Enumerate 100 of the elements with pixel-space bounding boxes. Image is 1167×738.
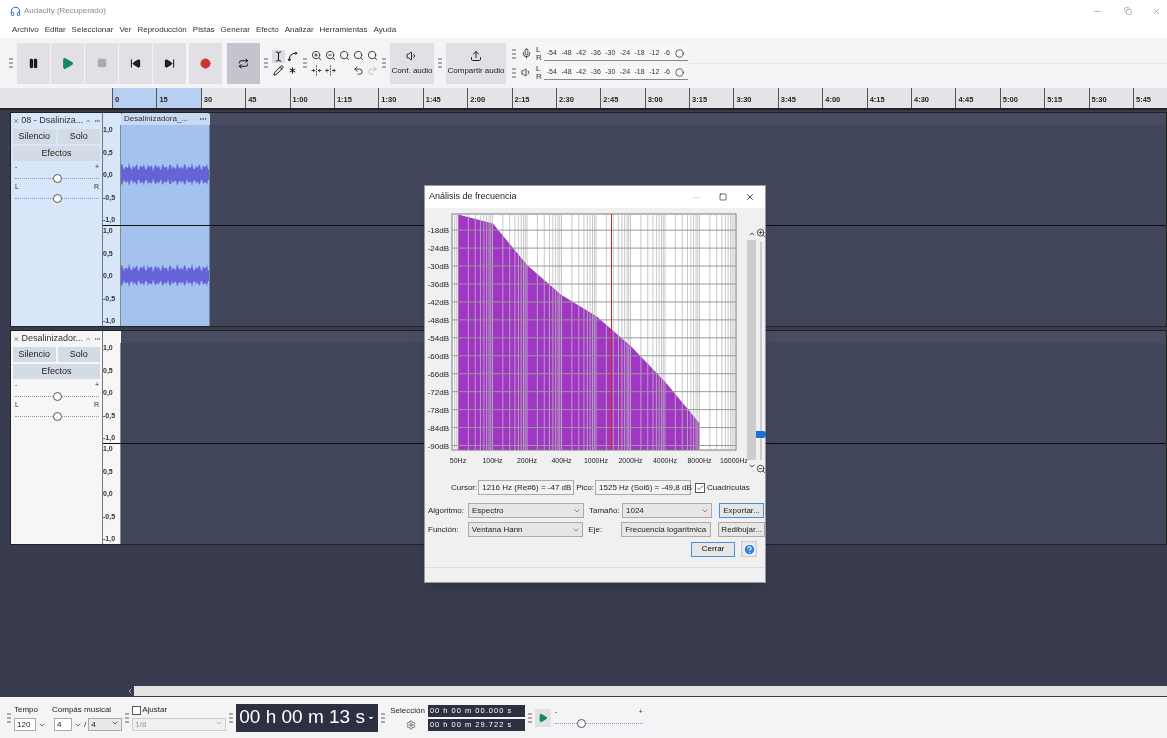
track-name[interactable]: 08 - Dsaliniza... xyxy=(21,114,84,128)
record-button[interactable] xyxy=(189,42,222,84)
mute-button[interactable]: Silencio xyxy=(13,129,56,144)
menu-item[interactable]: Seleccionar xyxy=(71,24,114,36)
scroll-down-icon[interactable] xyxy=(747,462,756,470)
solo-button[interactable]: Solo xyxy=(57,129,100,144)
effects-button[interactable]: Efectos xyxy=(13,364,100,379)
more-icon[interactable] xyxy=(93,117,100,125)
skip-to-start-button[interactable] xyxy=(119,42,152,84)
scroll-left-icon[interactable] xyxy=(126,687,134,695)
slider-thumb[interactable] xyxy=(52,194,62,203)
slider-thumb[interactable] xyxy=(52,412,62,421)
microphone-icon[interactable] xyxy=(521,48,532,59)
beats-field[interactable]: 4 xyxy=(54,718,72,731)
grip-icon[interactable] xyxy=(303,58,307,68)
dropdown[interactable]: Frecuencia logarítmica xyxy=(621,522,712,537)
pause-button[interactable] xyxy=(17,42,50,84)
clip-header[interactable]: Desalinizadora_... xyxy=(121,113,210,125)
menu-item[interactable]: Herramientas xyxy=(319,24,368,36)
maximize-icon[interactable] xyxy=(719,193,727,201)
scroll-up-icon[interactable] xyxy=(747,230,756,238)
dropdown[interactable]: Espectro xyxy=(468,503,584,518)
solo-button[interactable]: Solo xyxy=(57,347,100,362)
record-icon xyxy=(200,57,211,69)
scrollbar[interactable] xyxy=(747,240,756,460)
cursor-label: Cursor: xyxy=(451,481,478,494)
grip-icon[interactable] xyxy=(125,712,130,723)
track-name[interactable]: Desalinizador... xyxy=(21,332,84,346)
dialog-title: Análisis de frecuencia xyxy=(429,190,518,204)
trim-icon[interactable] xyxy=(311,65,322,76)
beat-unit-dropdown[interactable]: 4 xyxy=(88,718,123,731)
collapse-icon[interactable] xyxy=(85,117,92,125)
more-icon[interactable] xyxy=(93,335,100,343)
mute-button[interactable]: Silencio xyxy=(13,347,56,362)
time-signature-label: Compás musical xyxy=(52,704,112,716)
play-at-speed-button[interactable] xyxy=(534,708,551,727)
play-button[interactable] xyxy=(51,42,84,84)
snap-checkbox[interactable] xyxy=(132,705,142,715)
slash-label: / xyxy=(84,718,87,731)
grip-icon[interactable] xyxy=(382,58,386,68)
grip-icon[interactable] xyxy=(527,712,532,723)
time-display[interactable]: 00 h 00 m 13 s xyxy=(236,703,379,732)
settings-icon[interactable] xyxy=(405,719,416,730)
grip-icon[interactable] xyxy=(512,48,516,59)
close-icon[interactable] xyxy=(745,192,755,202)
loop-button[interactable] xyxy=(227,42,260,84)
zoom-slider-thumb[interactable] xyxy=(756,431,766,439)
zoom-out-icon[interactable] xyxy=(756,464,766,474)
menu-item[interactable]: Ayuda xyxy=(373,24,397,36)
grid-checkbox[interactable] xyxy=(695,482,706,493)
zoom-selection-icon[interactable] xyxy=(339,50,350,61)
grip-icon[interactable] xyxy=(7,712,11,723)
pencil-tool-icon[interactable] xyxy=(272,63,285,77)
grip-icon[interactable] xyxy=(9,58,13,68)
menu-item[interactable]: Generar xyxy=(220,24,250,36)
slider-thumb[interactable] xyxy=(52,174,62,183)
tempo-field[interactable]: 120 xyxy=(14,718,36,731)
clip-name: Desalinizadora_... xyxy=(124,113,189,125)
menu-item[interactable]: Pistas xyxy=(192,24,215,36)
grip-icon[interactable] xyxy=(512,67,516,78)
share-audio-button[interactable]: Compartir audio xyxy=(446,42,506,84)
menu-item[interactable]: Archivo xyxy=(12,24,39,36)
grip-icon[interactable] xyxy=(381,712,386,723)
redraw-button[interactable]: Redibujar... xyxy=(718,522,765,537)
horizontal-scrollbar[interactable] xyxy=(134,686,1167,696)
y-tick-label: -42dB xyxy=(427,297,449,307)
dropdown[interactable]: 1024 xyxy=(622,503,712,518)
export-button[interactable]: Exportar... xyxy=(719,503,764,518)
select-tool-icon[interactable] xyxy=(272,49,285,63)
silence-icon[interactable] xyxy=(325,65,336,76)
close-button[interactable]: Cerrar xyxy=(691,541,735,557)
collapse-icon[interactable] xyxy=(85,335,92,343)
zoom-toggle-icon[interactable] xyxy=(367,50,378,61)
speaker-icon[interactable] xyxy=(521,67,532,78)
cursor-field[interactable]: 1216 Hz (Re#6) = -47 dB xyxy=(478,480,575,495)
help-button[interactable] xyxy=(741,541,757,557)
zoom-fit-icon[interactable] xyxy=(353,50,364,61)
grip-icon[interactable] xyxy=(229,712,234,723)
effects-button[interactable]: Efectos xyxy=(13,146,100,161)
zoom-in-icon[interactable] xyxy=(756,228,766,238)
channel-label: R xyxy=(536,53,542,62)
dropdown[interactable]: Ventana Hann xyxy=(467,522,584,537)
zoom-out-icon[interactable] xyxy=(325,50,336,61)
menu-item[interactable]: Analizar xyxy=(284,24,314,36)
menu-item[interactable]: Ver xyxy=(119,24,132,36)
menu-item[interactable]: Efecto xyxy=(255,24,279,36)
grip-icon[interactable] xyxy=(264,58,268,68)
zoom-in-icon[interactable] xyxy=(311,50,322,61)
menu-item[interactable]: Editar xyxy=(44,24,66,36)
audio-setup-button[interactable]: Conf. audio xyxy=(390,42,434,84)
slider-thumb[interactable] xyxy=(52,392,62,401)
menu-item[interactable]: Reproducción xyxy=(137,24,187,36)
peak-field[interactable]: 1525 Hz (Sol6) = -49,8 dB xyxy=(595,480,692,495)
grip-icon[interactable] xyxy=(438,58,442,68)
skip-to-end-button[interactable] xyxy=(153,42,186,84)
undo-icon[interactable] xyxy=(353,65,364,76)
speaker-icon xyxy=(406,49,418,62)
more-icon[interactable] xyxy=(199,115,207,123)
slider-thumb[interactable] xyxy=(576,718,586,728)
envelope-tool-icon[interactable] xyxy=(286,49,299,63)
